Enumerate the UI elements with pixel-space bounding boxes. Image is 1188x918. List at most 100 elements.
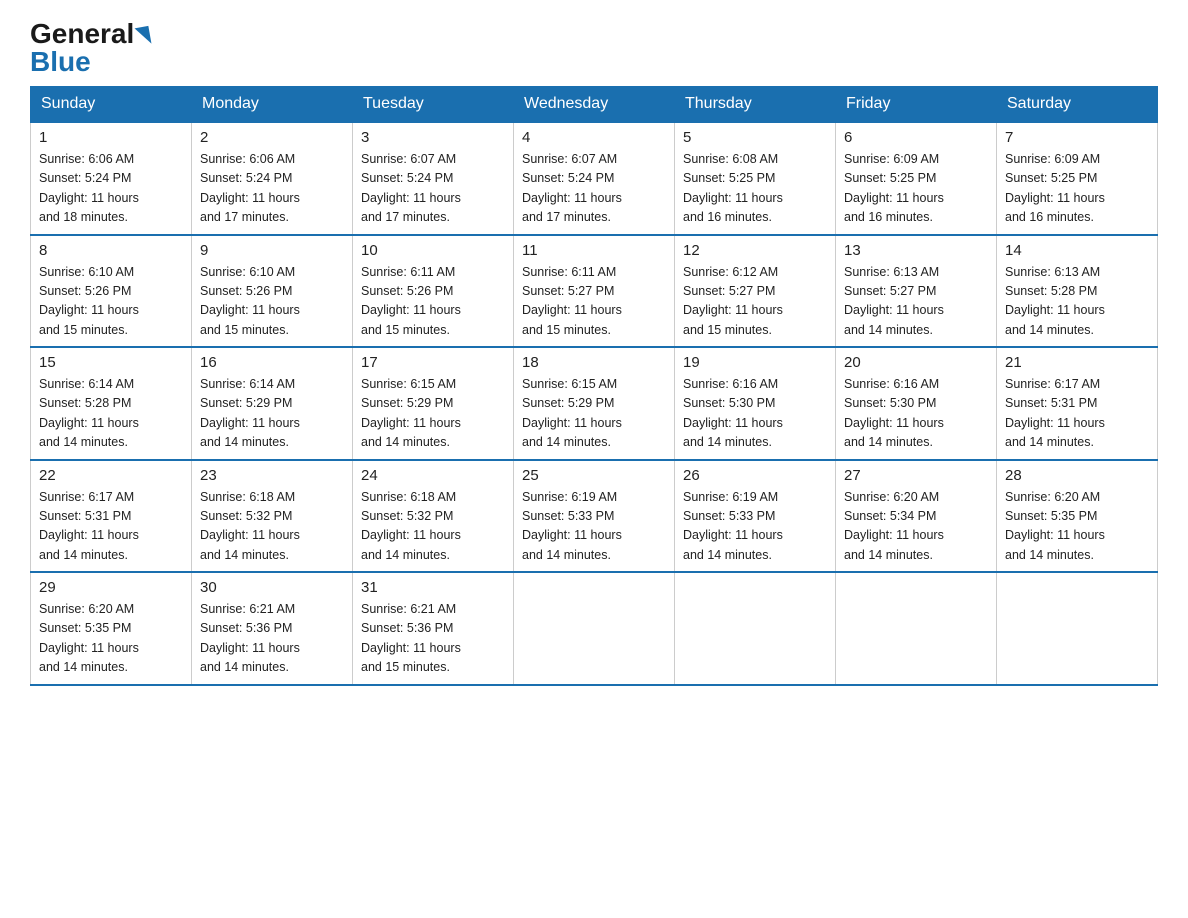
day-info: Sunrise: 6:14 AMSunset: 5:28 PMDaylight:…: [39, 375, 183, 453]
day-info: Sunrise: 6:13 AMSunset: 5:27 PMDaylight:…: [844, 263, 988, 341]
day-info: Sunrise: 6:10 AMSunset: 5:26 PMDaylight:…: [200, 263, 344, 341]
calendar-cell: 7 Sunrise: 6:09 AMSunset: 5:25 PMDayligh…: [997, 122, 1158, 235]
calendar-week-row: 1 Sunrise: 6:06 AMSunset: 5:24 PMDayligh…: [31, 122, 1158, 235]
calendar-table: SundayMondayTuesdayWednesdayThursdayFrid…: [30, 86, 1158, 686]
day-number: 2: [200, 129, 344, 146]
calendar-cell: 10 Sunrise: 6:11 AMSunset: 5:26 PMDaylig…: [353, 235, 514, 348]
calendar-cell: 4 Sunrise: 6:07 AMSunset: 5:24 PMDayligh…: [514, 122, 675, 235]
day-number: 22: [39, 467, 183, 484]
day-number: 8: [39, 242, 183, 259]
day-number: 19: [683, 354, 827, 371]
day-info: Sunrise: 6:15 AMSunset: 5:29 PMDaylight:…: [361, 375, 505, 453]
calendar-cell: 3 Sunrise: 6:07 AMSunset: 5:24 PMDayligh…: [353, 122, 514, 235]
day-number: 4: [522, 129, 666, 146]
day-info: Sunrise: 6:17 AMSunset: 5:31 PMDaylight:…: [1005, 375, 1149, 453]
calendar-cell: [997, 572, 1158, 685]
day-number: 12: [683, 242, 827, 259]
day-info: Sunrise: 6:21 AMSunset: 5:36 PMDaylight:…: [361, 600, 505, 678]
day-number: 5: [683, 129, 827, 146]
calendar-cell: 14 Sunrise: 6:13 AMSunset: 5:28 PMDaylig…: [997, 235, 1158, 348]
calendar-cell: 18 Sunrise: 6:15 AMSunset: 5:29 PMDaylig…: [514, 347, 675, 460]
day-number: 25: [522, 467, 666, 484]
col-header-thursday: Thursday: [675, 87, 836, 123]
calendar-cell: 30 Sunrise: 6:21 AMSunset: 5:36 PMDaylig…: [192, 572, 353, 685]
calendar-cell: 24 Sunrise: 6:18 AMSunset: 5:32 PMDaylig…: [353, 460, 514, 573]
day-info: Sunrise: 6:08 AMSunset: 5:25 PMDaylight:…: [683, 150, 827, 228]
day-number: 17: [361, 354, 505, 371]
day-info: Sunrise: 6:20 AMSunset: 5:35 PMDaylight:…: [1005, 488, 1149, 566]
calendar-cell: 12 Sunrise: 6:12 AMSunset: 5:27 PMDaylig…: [675, 235, 836, 348]
day-info: Sunrise: 6:18 AMSunset: 5:32 PMDaylight:…: [200, 488, 344, 566]
logo: General Blue: [30, 20, 150, 76]
day-info: Sunrise: 6:09 AMSunset: 5:25 PMDaylight:…: [1005, 150, 1149, 228]
day-number: 31: [361, 579, 505, 596]
day-number: 16: [200, 354, 344, 371]
calendar-week-row: 22 Sunrise: 6:17 AMSunset: 5:31 PMDaylig…: [31, 460, 1158, 573]
day-number: 15: [39, 354, 183, 371]
calendar-cell: [514, 572, 675, 685]
calendar-cell: 17 Sunrise: 6:15 AMSunset: 5:29 PMDaylig…: [353, 347, 514, 460]
day-info: Sunrise: 6:18 AMSunset: 5:32 PMDaylight:…: [361, 488, 505, 566]
day-info: Sunrise: 6:07 AMSunset: 5:24 PMDaylight:…: [361, 150, 505, 228]
calendar-cell: 29 Sunrise: 6:20 AMSunset: 5:35 PMDaylig…: [31, 572, 192, 685]
day-info: Sunrise: 6:06 AMSunset: 5:24 PMDaylight:…: [200, 150, 344, 228]
calendar-cell: 16 Sunrise: 6:14 AMSunset: 5:29 PMDaylig…: [192, 347, 353, 460]
day-number: 21: [1005, 354, 1149, 371]
day-info: Sunrise: 6:16 AMSunset: 5:30 PMDaylight:…: [683, 375, 827, 453]
calendar-cell: [836, 572, 997, 685]
calendar-week-row: 8 Sunrise: 6:10 AMSunset: 5:26 PMDayligh…: [31, 235, 1158, 348]
calendar-cell: 13 Sunrise: 6:13 AMSunset: 5:27 PMDaylig…: [836, 235, 997, 348]
day-number: 27: [844, 467, 988, 484]
calendar-cell: 1 Sunrise: 6:06 AMSunset: 5:24 PMDayligh…: [31, 122, 192, 235]
day-number: 29: [39, 579, 183, 596]
day-info: Sunrise: 6:06 AMSunset: 5:24 PMDaylight:…: [39, 150, 183, 228]
calendar-cell: 22 Sunrise: 6:17 AMSunset: 5:31 PMDaylig…: [31, 460, 192, 573]
day-info: Sunrise: 6:12 AMSunset: 5:27 PMDaylight:…: [683, 263, 827, 341]
day-number: 28: [1005, 467, 1149, 484]
day-number: 30: [200, 579, 344, 596]
calendar-cell: 15 Sunrise: 6:14 AMSunset: 5:28 PMDaylig…: [31, 347, 192, 460]
day-info: Sunrise: 6:13 AMSunset: 5:28 PMDaylight:…: [1005, 263, 1149, 341]
day-info: Sunrise: 6:10 AMSunset: 5:26 PMDaylight:…: [39, 263, 183, 341]
day-number: 13: [844, 242, 988, 259]
day-number: 26: [683, 467, 827, 484]
logo-blue-text: Blue: [30, 46, 91, 77]
day-info: Sunrise: 6:14 AMSunset: 5:29 PMDaylight:…: [200, 375, 344, 453]
calendar-cell: 26 Sunrise: 6:19 AMSunset: 5:33 PMDaylig…: [675, 460, 836, 573]
calendar-cell: 27 Sunrise: 6:20 AMSunset: 5:34 PMDaylig…: [836, 460, 997, 573]
calendar-cell: 20 Sunrise: 6:16 AMSunset: 5:30 PMDaylig…: [836, 347, 997, 460]
calendar-cell: 21 Sunrise: 6:17 AMSunset: 5:31 PMDaylig…: [997, 347, 1158, 460]
calendar-cell: 9 Sunrise: 6:10 AMSunset: 5:26 PMDayligh…: [192, 235, 353, 348]
day-number: 23: [200, 467, 344, 484]
day-info: Sunrise: 6:16 AMSunset: 5:30 PMDaylight:…: [844, 375, 988, 453]
day-info: Sunrise: 6:17 AMSunset: 5:31 PMDaylight:…: [39, 488, 183, 566]
day-info: Sunrise: 6:11 AMSunset: 5:26 PMDaylight:…: [361, 263, 505, 341]
day-number: 7: [1005, 129, 1149, 146]
calendar-cell: 23 Sunrise: 6:18 AMSunset: 5:32 PMDaylig…: [192, 460, 353, 573]
day-number: 3: [361, 129, 505, 146]
calendar-cell: 28 Sunrise: 6:20 AMSunset: 5:35 PMDaylig…: [997, 460, 1158, 573]
day-info: Sunrise: 6:15 AMSunset: 5:29 PMDaylight:…: [522, 375, 666, 453]
day-info: Sunrise: 6:20 AMSunset: 5:35 PMDaylight:…: [39, 600, 183, 678]
day-info: Sunrise: 6:20 AMSunset: 5:34 PMDaylight:…: [844, 488, 988, 566]
calendar-cell: [675, 572, 836, 685]
day-info: Sunrise: 6:19 AMSunset: 5:33 PMDaylight:…: [522, 488, 666, 566]
day-number: 20: [844, 354, 988, 371]
col-header-sunday: Sunday: [31, 87, 192, 123]
day-number: 18: [522, 354, 666, 371]
calendar-cell: 2 Sunrise: 6:06 AMSunset: 5:24 PMDayligh…: [192, 122, 353, 235]
calendar-cell: 25 Sunrise: 6:19 AMSunset: 5:33 PMDaylig…: [514, 460, 675, 573]
calendar-cell: 5 Sunrise: 6:08 AMSunset: 5:25 PMDayligh…: [675, 122, 836, 235]
calendar-header-row: SundayMondayTuesdayWednesdayThursdayFrid…: [31, 87, 1158, 123]
page-header: General Blue: [30, 20, 1158, 76]
calendar-cell: 31 Sunrise: 6:21 AMSunset: 5:36 PMDaylig…: [353, 572, 514, 685]
day-info: Sunrise: 6:09 AMSunset: 5:25 PMDaylight:…: [844, 150, 988, 228]
logo-arrow-icon: [135, 26, 152, 46]
calendar-cell: 19 Sunrise: 6:16 AMSunset: 5:30 PMDaylig…: [675, 347, 836, 460]
day-number: 10: [361, 242, 505, 259]
day-number: 6: [844, 129, 988, 146]
col-header-saturday: Saturday: [997, 87, 1158, 123]
col-header-tuesday: Tuesday: [353, 87, 514, 123]
calendar-week-row: 29 Sunrise: 6:20 AMSunset: 5:35 PMDaylig…: [31, 572, 1158, 685]
day-info: Sunrise: 6:07 AMSunset: 5:24 PMDaylight:…: [522, 150, 666, 228]
